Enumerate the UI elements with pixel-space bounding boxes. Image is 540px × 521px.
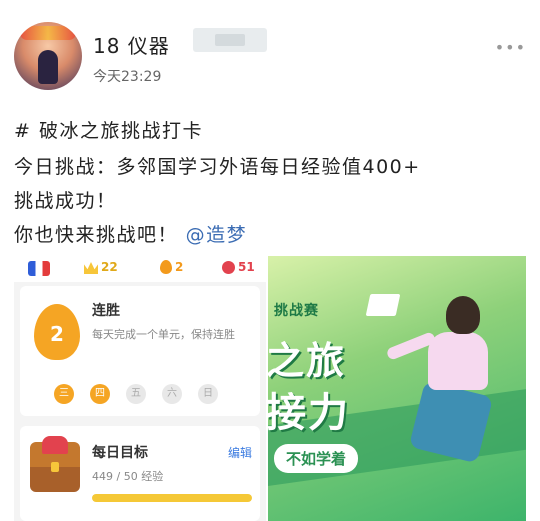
day-thu: 四	[90, 384, 110, 404]
more-dots-icon[interactable]: •••	[495, 38, 526, 57]
attached-app-screenshot[interactable]: 22 2 51 2 连胜 每天完成一个单元，保持连胜 三 四 五 六 日 每日目…	[14, 256, 266, 521]
streak-stat: 2	[160, 260, 183, 274]
banner-button[interactable]: 不如学着	[274, 444, 359, 473]
daily-goal-panel: 每日目标 编辑 449 / 50 经验	[20, 426, 260, 521]
day-wed: 三	[54, 384, 74, 404]
crown-icon	[84, 262, 98, 274]
book-icon	[365, 294, 401, 316]
post-text-line-2: 今日挑战：多邻国学习外语每日经验值400+	[14, 156, 421, 178]
flame-icon	[160, 260, 172, 274]
avatar-figure	[38, 50, 58, 84]
post-card: 18 仪器 今天23:29 ••• # 破冰之旅挑战打卡 今日挑战：多邻国学习外…	[0, 0, 540, 521]
streak-description: 每天完成一个单元，保持连胜	[92, 328, 235, 341]
illustration-body	[428, 332, 488, 390]
post-text-line-3: 挑战成功！	[14, 190, 117, 212]
streak-title: 连胜	[92, 303, 120, 319]
goal-progress-text: 449 / 50 经验	[92, 470, 164, 483]
mention-link[interactable]: @造梦	[186, 224, 248, 246]
streak-flame-icon: 2	[34, 304, 80, 360]
french-flag-icon	[28, 261, 50, 276]
username[interactable]: 18 仪器	[93, 30, 170, 59]
avatar[interactable]	[14, 22, 82, 90]
treasure-chest-icon	[30, 436, 80, 492]
jumping-person-illustration	[385, 296, 506, 466]
illustration-legs	[408, 380, 494, 464]
goal-progress-bar	[92, 494, 252, 502]
goal-edit-link[interactable]: 编辑	[228, 444, 252, 461]
illustration-head	[446, 296, 480, 334]
app-stat-bar: 22 2 51	[14, 256, 266, 282]
streak-count: 2	[175, 260, 184, 274]
goal-progress-fill	[92, 494, 252, 502]
banner-title-line-2: 接力	[268, 390, 350, 436]
redacted-name-block	[193, 28, 267, 52]
crown-count: 22	[101, 260, 118, 274]
streak-number: 2	[50, 322, 64, 346]
day-fri: 五	[126, 384, 146, 404]
day-sat: 六	[162, 384, 182, 404]
day-sun: 日	[198, 384, 218, 404]
gem-icon	[222, 261, 235, 274]
goal-title: 每日目标	[92, 445, 148, 461]
streak-panel: 2 连胜 每天完成一个单元，保持连胜 三 四 五 六 日	[20, 286, 260, 416]
banner-title-line-1: 之旅	[268, 339, 347, 383]
banner-tag: 挑战赛	[274, 303, 319, 319]
post-text-line-1: # 破冰之旅挑战打卡	[14, 120, 203, 142]
post-text-line-4-text: 你也快来挑战吧！	[14, 224, 179, 246]
gem-count: 51	[238, 260, 255, 274]
attached-promo-banner[interactable]: 挑战赛 之旅 接力 不如学着	[268, 256, 526, 521]
crown-stat: 22	[84, 260, 118, 274]
gem-stat: 51	[222, 260, 255, 274]
avatar-banner-decoration	[20, 26, 76, 40]
post-text-line-4: 你也快来挑战吧！ @造梦	[14, 220, 247, 247]
timestamp: 今天23:29	[93, 69, 162, 85]
